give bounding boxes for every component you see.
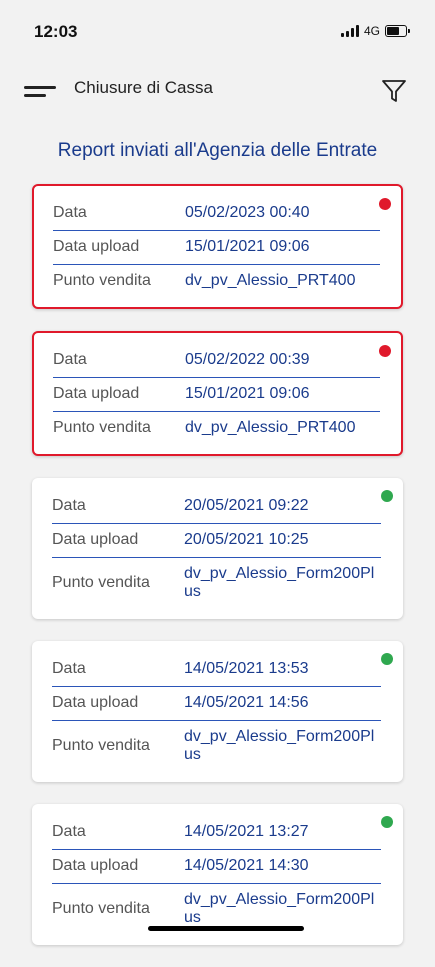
field-value: 14/05/2021 13:27 [184,823,309,840]
report-card[interactable]: Data 20/05/2021 09:22 Data upload 20/05/202… [32,478,403,619]
battery-icon [385,25,410,37]
report-card[interactable]: Data 14/05/2021 13:27 Data upload 14/05/202… [32,804,403,945]
field-value: 14/05/2021 14:30 [184,857,309,874]
status-dot-icon [381,653,393,665]
row-punto-vendita: Punto vendita dv_pv_Alessio_PRT400 [53,412,380,445]
field-value: 14/05/2021 13:53 [184,660,309,677]
page-title: Chiusure di Cassa [74,78,213,97]
row-data-upload: Data upload 15/01/2021 09:06 [53,231,380,265]
field-label: Punto vendita [52,574,150,591]
row-data-upload: Data upload 14/05/2021 14:56 [52,687,381,721]
field-value: dv_pv_Alessio_PRT400 [185,419,356,436]
field-label: Data [52,823,86,840]
field-label: Data [52,660,86,677]
field-label: Punto vendita [52,900,150,917]
field-label: Data [53,351,87,368]
report-card[interactable]: Data 05/02/2023 00:40 Data upload 15/01/202… [32,184,403,309]
menu-icon[interactable] [24,86,56,100]
status-time: 12:03 [34,22,78,41]
field-value: dv_pv_Alessio_Form200Plus [184,891,375,926]
network-type: 4G [363,24,380,38]
app-bar: Chiusure di Cassa [0,62,435,118]
row-data-upload: Data upload 20/05/2021 10:25 [52,524,381,558]
field-value: dv_pv_Alessio_Form200Plus [184,728,375,763]
row-data-upload: Data upload 14/05/2021 14:30 [52,850,381,884]
report-list: Data 05/02/2023 00:40 Data upload 15/01/202… [32,184,403,967]
report-card[interactable]: Data 05/02/2022 00:39 Data upload 15/01/202… [32,331,403,456]
field-value: dv_pv_Alessio_Form200Plus [184,565,375,600]
field-label: Data upload [52,857,139,874]
filter-icon[interactable] [381,78,407,104]
section-title: Report inviati all'Agenzia delle Entrate [57,140,378,161]
field-label: Data upload [52,694,139,711]
row-data: Data 14/05/2021 13:53 [52,653,381,687]
field-value: dv_pv_Alessio_PRT400 [185,272,356,289]
row-data: Data 05/02/2022 00:39 [53,344,380,378]
status-dot-icon [379,345,391,357]
field-label: Data upload [53,385,140,402]
field-value: 05/02/2023 00:40 [185,204,310,221]
status-dot-icon [381,490,393,502]
row-punto-vendita: Punto vendita dv_pv_Alessio_Form200Plus [52,558,381,609]
field-label: Punto vendita [53,419,151,436]
row-data: Data 14/05/2021 13:27 [52,816,381,850]
row-data: Data 20/05/2021 09:22 [52,490,381,524]
field-value: 20/05/2021 09:22 [184,497,309,514]
row-data-upload: Data upload 15/01/2021 09:06 [53,378,380,412]
status-bar: 12:03 4G [0,0,435,62]
row-punto-vendita: Punto vendita dv_pv_Alessio_PRT400 [53,265,380,298]
field-label: Data [52,497,86,514]
row-punto-vendita: Punto vendita dv_pv_Alessio_Form200Plus [52,721,381,772]
field-label: Data upload [52,531,139,548]
report-card[interactable]: Data 14/05/2021 13:53 Data upload 14/05/202… [32,641,403,782]
status-indicators: 4G [340,24,410,38]
field-label: Punto vendita [52,737,150,754]
field-value: 14/05/2021 14:56 [184,694,309,711]
field-label: Data upload [53,238,140,255]
field-value: 05/02/2022 00:39 [185,351,310,368]
field-value: 15/01/2021 09:06 [185,238,310,255]
field-value: 20/05/2021 10:25 [184,531,309,548]
status-dot-icon [381,816,393,828]
status-dot-icon [379,198,391,210]
row-data: Data 05/02/2023 00:40 [53,197,380,231]
field-value: 15/01/2021 09:06 [185,385,310,402]
field-label: Punto vendita [53,272,151,289]
home-indicator [148,926,304,931]
signal-icon [340,25,359,37]
field-label: Data [53,204,87,221]
